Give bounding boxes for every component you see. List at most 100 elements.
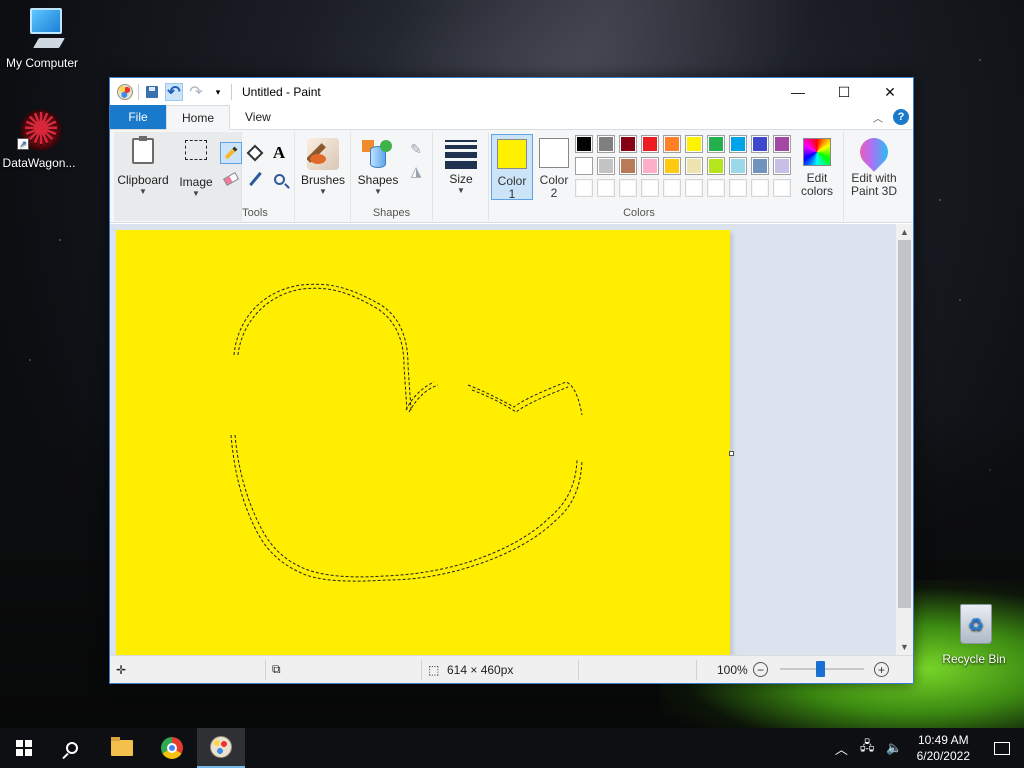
close-button[interactable]: ✕ (867, 78, 913, 106)
palette-custom-slot[interactable] (729, 179, 747, 197)
zoom-in-button[interactable]: + (874, 662, 889, 677)
palette-custom-slot[interactable] (575, 179, 593, 197)
canvas-workspace[interactable] (110, 224, 897, 655)
palette-custom-slot[interactable] (619, 179, 637, 197)
color-picker-tool[interactable] (244, 168, 266, 190)
outline-button[interactable]: ✎ (405, 138, 427, 160)
color-spectrum-icon (803, 138, 831, 166)
palette-color-swatch[interactable] (685, 157, 703, 175)
search-button[interactable] (48, 728, 96, 768)
taskbar-chrome[interactable] (148, 728, 196, 768)
drawing-canvas[interactable] (116, 230, 730, 655)
chevron-down-icon: ▼ (374, 187, 382, 196)
scroll-up-icon[interactable]: ▲ (896, 224, 913, 240)
palette-color-swatch[interactable] (729, 157, 747, 175)
recycle-bin-icon (950, 604, 998, 648)
title-bar[interactable]: ↶ ↷ ▾ Untitled - Paint — ☐ ✕ (110, 78, 913, 106)
palette-color-swatch[interactable] (751, 135, 769, 153)
zoom-slider-handle[interactable] (816, 661, 825, 677)
volume-icon[interactable]: 🔈 (886, 740, 902, 756)
network-icon[interactable]: 🖧 (860, 737, 875, 759)
fill-tool[interactable] (244, 142, 266, 164)
tab-view[interactable]: View (230, 105, 286, 129)
palette-color-swatch[interactable] (597, 157, 615, 175)
help-icon[interactable]: ? (893, 109, 909, 125)
palette-color-swatch[interactable] (707, 157, 725, 175)
taskbar-paint[interactable] (197, 728, 245, 768)
clipboard-button[interactable]: Clipboard ▼ (116, 134, 170, 216)
edit-colors-label-2: colors (800, 184, 833, 198)
chevron-up-icon[interactable]: ︿ (835, 739, 848, 758)
palette-color-swatch[interactable] (619, 135, 637, 153)
save-icon[interactable] (143, 83, 161, 101)
start-button[interactable] (0, 728, 48, 768)
palette-color-swatch[interactable] (575, 157, 593, 175)
palette-custom-slot[interactable] (663, 179, 681, 197)
palette-color-swatch[interactable] (575, 135, 593, 153)
maximize-button[interactable]: ☐ (821, 78, 867, 106)
edit-with-paint3d-button[interactable]: Edit with Paint 3D (846, 132, 902, 200)
chevron-down-icon: ▼ (319, 187, 327, 196)
palette-custom-slot[interactable] (751, 179, 769, 197)
cursor-position-icon: ✛ (116, 662, 127, 677)
palette-custom-slot[interactable] (597, 179, 615, 197)
clock[interactable]: 10:49 AM 6/20/2022 (917, 732, 970, 764)
tab-home[interactable]: Home (166, 105, 231, 130)
notification-center-button[interactable] (980, 728, 1024, 768)
desktop-icon-my-computer[interactable]: My Computer (0, 8, 84, 70)
desktop-icon-datawagon[interactable]: ↗ DataWagon... (0, 104, 81, 170)
collapse-ribbon-icon[interactable]: ︿ (873, 110, 883, 125)
palette-color-swatch[interactable] (619, 157, 637, 175)
shapes-button[interactable]: Shapes ▼ (351, 134, 405, 216)
undo-icon[interactable]: ↶ (165, 83, 183, 101)
window-title: Untitled - Paint (242, 85, 321, 99)
brushes-button[interactable]: Brushes ▼ (296, 134, 350, 216)
palette-custom-slot[interactable] (641, 179, 659, 197)
qat-divider (231, 84, 232, 100)
zoom-out-button[interactable]: − (753, 662, 768, 677)
color1-button[interactable]: Color 1 (491, 134, 533, 201)
palette-custom-slot[interactable] (773, 179, 791, 197)
magnifier-tool[interactable] (268, 168, 290, 190)
paint3d-icon (854, 132, 894, 172)
palette-custom-slot[interactable] (685, 179, 703, 197)
size-button[interactable]: Size ▼ (434, 134, 488, 216)
palette-color-swatch[interactable] (663, 135, 681, 153)
palette-color-swatch[interactable] (773, 135, 791, 153)
tab-file[interactable]: File (110, 105, 166, 129)
palette-color-swatch[interactable] (685, 135, 703, 153)
palette-color-swatch[interactable] (641, 157, 659, 175)
palette-color-swatch[interactable] (663, 157, 681, 175)
windows-logo-icon (16, 740, 32, 756)
image-button[interactable]: Image ▼ (172, 134, 220, 216)
datawagon-icon: ↗ (15, 104, 63, 155)
customize-dropdown-icon[interactable]: ▾ (209, 83, 227, 101)
minimize-button[interactable]: — (775, 78, 821, 106)
palette-color-swatch[interactable] (751, 157, 769, 175)
taskbar-file-explorer[interactable] (98, 728, 146, 768)
folder-icon (111, 737, 133, 756)
color2-button[interactable]: Color 2 (533, 134, 575, 200)
edit-colors-button[interactable]: Edit colors (793, 134, 841, 200)
canvas-resize-handle[interactable] (729, 451, 734, 456)
desktop-icon-recycle-bin[interactable]: Recycle Bin (932, 604, 1016, 666)
pencil-tool[interactable] (220, 142, 242, 164)
colors-group-label: Colors (623, 207, 655, 219)
paint-app-icon[interactable] (116, 83, 134, 101)
clock-date: 6/20/2022 (916, 749, 970, 763)
palette-custom-slot[interactable] (707, 179, 725, 197)
palette-color-swatch[interactable] (597, 135, 615, 153)
scrollbar-thumb[interactable] (898, 240, 911, 608)
palette-color-swatch[interactable] (729, 135, 747, 153)
text-tool[interactable]: A (268, 142, 290, 164)
palette-color-swatch[interactable] (641, 135, 659, 153)
fill-shape-button[interactable]: ◮ (405, 160, 427, 182)
status-divider (265, 660, 266, 680)
palette-color-swatch[interactable] (773, 157, 791, 175)
redo-icon[interactable]: ↷ (187, 83, 205, 101)
scroll-down-icon[interactable]: ▼ (896, 639, 913, 655)
palette-color-swatch[interactable] (707, 135, 725, 153)
vertical-scrollbar[interactable]: ▲ ▼ (896, 224, 913, 655)
eraser-tool[interactable] (220, 168, 242, 190)
shapes-group-label: Shapes (372, 207, 411, 219)
